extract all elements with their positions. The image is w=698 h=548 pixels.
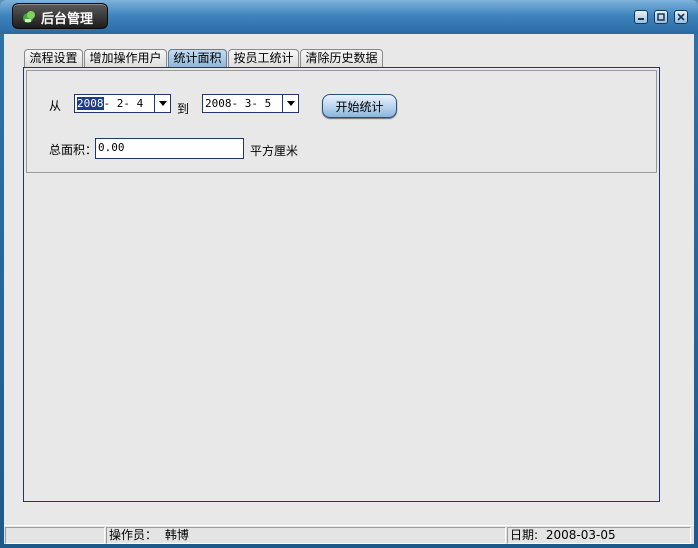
title-pill: 后台管理 (12, 3, 108, 29)
tab-clear-history[interactable]: 清除历史数据 (300, 49, 383, 67)
from-date-rest: - 2- 4 (103, 97, 144, 110)
total-area-label: 总面积： (49, 143, 98, 157)
status-date: 日期: 2008-03-05 (507, 527, 691, 544)
main-window: 后台管理 流程设置 增加操作用户 统计面积 按员工统计 清除历史数据 从 200… (0, 0, 698, 548)
from-date-picker[interactable]: 2008- 2- 4 (74, 94, 171, 113)
app-icon (21, 9, 37, 25)
statistics-group: 从 2008- 2- 4 到 2008- 3- 5 开始统计 总面积： 0.00… (26, 70, 657, 173)
tab-employee-statistics[interactable]: 按员工统计 (228, 49, 299, 67)
start-statistics-button[interactable]: 开始统计 (322, 94, 397, 118)
from-label: 从 (49, 99, 62, 113)
operator-name: 韩博 (164, 528, 189, 542)
close-icon (677, 13, 685, 21)
client-area: 流程设置 增加操作用户 统计面积 按员工统计 清除历史数据 从 2008- 2-… (4, 34, 694, 544)
title-bar[interactable]: 后台管理 (0, 0, 698, 34)
operator-label: 操作员： (109, 528, 158, 542)
status-cell-empty (5, 527, 105, 544)
date-label: 日期: (510, 528, 539, 542)
total-area-field[interactable]: 0.00 (95, 138, 244, 159)
status-operator: 操作员： 韩博 (106, 527, 506, 544)
to-date-picker[interactable]: 2008- 3- 5 (202, 94, 299, 113)
maximize-icon (657, 13, 665, 21)
to-label: 到 (177, 102, 190, 116)
minimize-icon (638, 18, 644, 20)
minimize-button[interactable] (634, 10, 648, 24)
to-date-value[interactable]: 2008- 3- 5 (205, 97, 271, 110)
chevron-down-icon (287, 101, 295, 106)
maximize-button[interactable] (654, 10, 668, 24)
unit-label: 平方厘米 (250, 144, 299, 158)
from-date-value[interactable]: 2008- 2- 4 (77, 97, 143, 110)
tab-panel: 从 2008- 2- 4 到 2008- 3- 5 开始统计 总面积： 0.00… (23, 67, 660, 502)
from-date-year-selected: 2008 (77, 97, 104, 110)
date-value: 2008-03-05 (545, 528, 616, 542)
window-title: 后台管理 (41, 12, 94, 27)
tab-process-settings[interactable]: 流程设置 (24, 49, 83, 67)
status-bar: 操作员： 韩博 日期: 2008-03-05 (4, 525, 694, 544)
tab-area-statistics[interactable]: 统计面积 (168, 49, 227, 67)
to-date-dropdown-button[interactable] (282, 95, 298, 112)
tab-add-operator[interactable]: 增加操作用户 (84, 49, 167, 67)
close-button[interactable] (674, 10, 688, 24)
chevron-down-icon (159, 101, 167, 106)
from-date-dropdown-button[interactable] (154, 95, 170, 112)
